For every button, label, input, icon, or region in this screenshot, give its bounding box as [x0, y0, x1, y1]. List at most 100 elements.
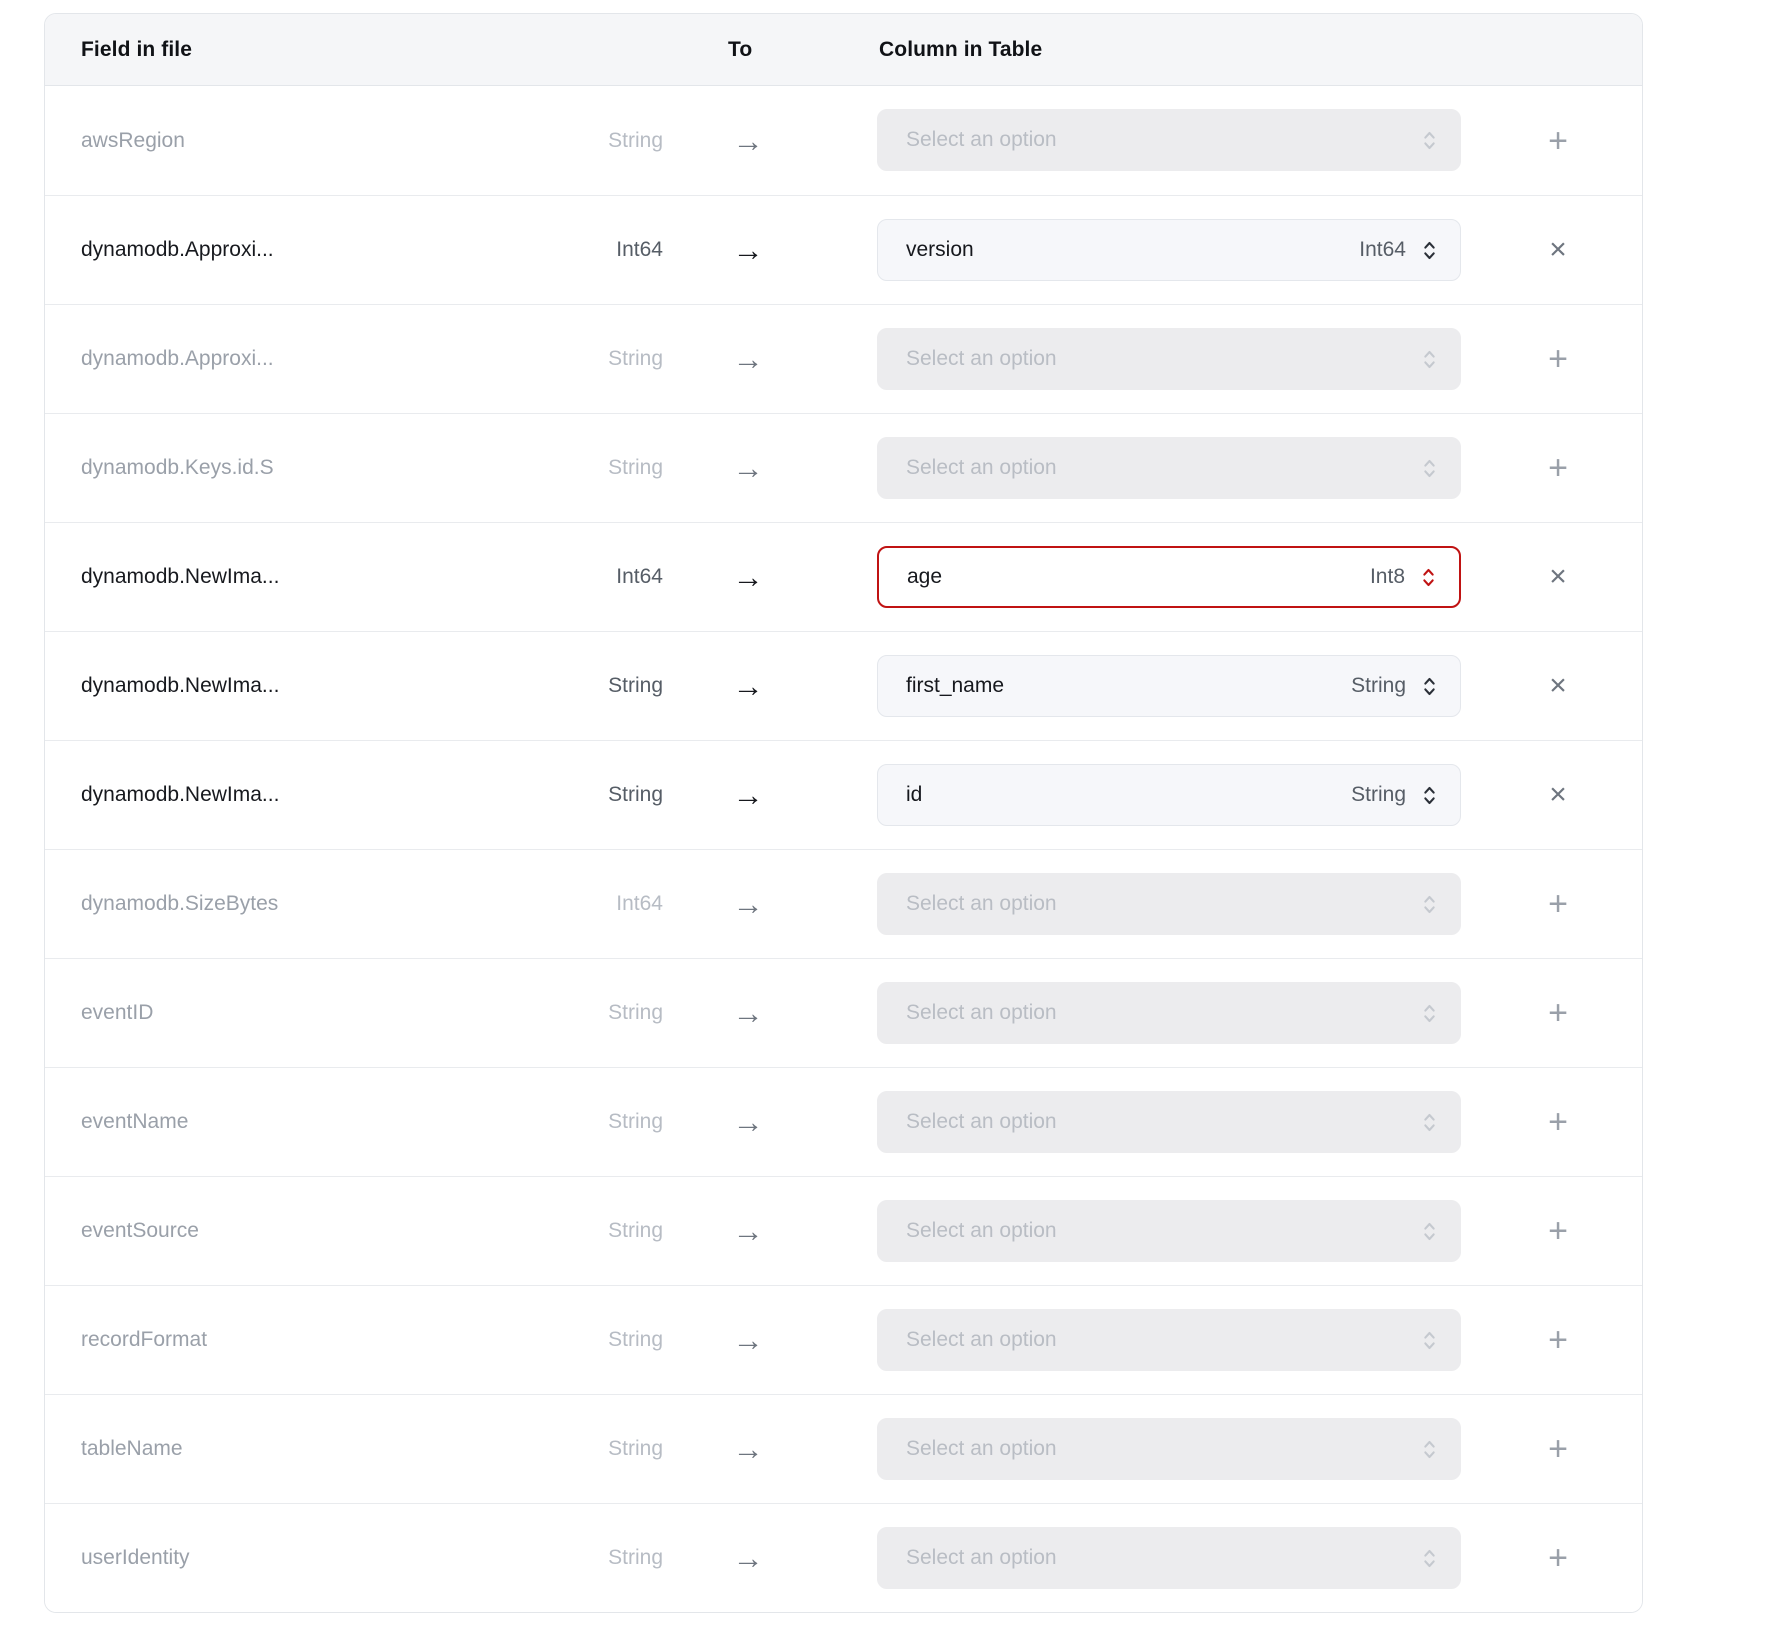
- chevron-up-down-icon: [1421, 128, 1438, 153]
- column-select[interactable]: first_name String: [877, 655, 1461, 717]
- arrow-right-icon: →: [718, 1216, 778, 1247]
- header-column-in-table: Column in Table: [879, 38, 1042, 62]
- add-mapping-button[interactable]: +: [1535, 1426, 1581, 1472]
- field-type: String: [423, 783, 663, 807]
- table-row: dynamodb.Approxi... Int64 → version Int6…: [45, 195, 1642, 304]
- field-type: Int64: [423, 565, 663, 589]
- field-name: dynamodb.Approxi...: [81, 238, 274, 262]
- table-header: Field in file To Column in Table: [45, 14, 1642, 86]
- add-mapping-button[interactable]: +: [1535, 881, 1581, 927]
- field-name: dynamodb.SizeBytes: [81, 892, 278, 916]
- table-row: dynamodb.Keys.id.S String → Select an op…: [45, 413, 1642, 522]
- add-mapping-button[interactable]: +: [1535, 1317, 1581, 1363]
- chevron-up-down-icon: [1421, 1110, 1438, 1135]
- column-select-value: Select an option: [906, 1437, 1421, 1461]
- chevron-up-down-icon: [1421, 1328, 1438, 1353]
- table-row: dynamodb.NewIma... String → id String ×: [45, 740, 1642, 849]
- column-select-disabled[interactable]: Select an option: [877, 437, 1461, 499]
- field-type: String: [423, 456, 663, 480]
- add-mapping-button[interactable]: +: [1535, 336, 1581, 382]
- field-name: dynamodb.NewIma...: [81, 783, 279, 807]
- table-row: eventSource String → Select an option +: [45, 1176, 1642, 1285]
- field-name: eventID: [81, 1001, 153, 1025]
- column-select[interactable]: id String: [877, 764, 1461, 826]
- column-select-value: version: [906, 238, 1359, 262]
- column-select-disabled[interactable]: Select an option: [877, 109, 1461, 171]
- column-select-value: Select an option: [906, 1219, 1421, 1243]
- chevron-up-down-icon: [1421, 892, 1438, 917]
- field-type: String: [423, 1219, 663, 1243]
- arrow-right-icon: →: [718, 889, 778, 920]
- field-type: String: [423, 1001, 663, 1025]
- arrow-right-icon: →: [718, 1543, 778, 1574]
- add-mapping-button[interactable]: +: [1535, 445, 1581, 491]
- field-type: String: [423, 1328, 663, 1352]
- header-field-in-file: Field in file: [81, 38, 192, 62]
- arrow-right-icon: →: [718, 1434, 778, 1465]
- add-mapping-button[interactable]: +: [1535, 990, 1581, 1036]
- arrow-right-icon: →: [718, 1107, 778, 1138]
- column-select-type: String: [1351, 674, 1406, 698]
- field-type: Int64: [423, 238, 663, 262]
- column-select-disabled[interactable]: Select an option: [877, 1418, 1461, 1480]
- column-select-value: Select an option: [906, 1001, 1421, 1025]
- column-select-disabled[interactable]: Select an option: [877, 1527, 1461, 1589]
- column-select[interactable]: version Int64: [877, 219, 1461, 281]
- arrow-right-icon: →: [718, 344, 778, 375]
- column-select-type: String: [1351, 783, 1406, 807]
- column-select-disabled[interactable]: Select an option: [877, 1091, 1461, 1153]
- chevron-up-down-icon: [1421, 1001, 1438, 1026]
- table-row: dynamodb.SizeBytes Int64 → Select an opt…: [45, 849, 1642, 958]
- column-select-disabled[interactable]: Select an option: [877, 982, 1461, 1044]
- chevron-up-down-icon: [1421, 456, 1438, 481]
- arrow-right-icon: →: [718, 125, 778, 156]
- field-type: String: [423, 347, 663, 371]
- column-select-disabled[interactable]: Select an option: [877, 328, 1461, 390]
- add-mapping-button[interactable]: +: [1535, 1099, 1581, 1145]
- chevron-up-down-icon: [1421, 1219, 1438, 1244]
- column-select-disabled[interactable]: Select an option: [877, 1200, 1461, 1262]
- field-name: eventSource: [81, 1219, 199, 1243]
- arrow-right-icon: →: [718, 235, 778, 266]
- add-mapping-button[interactable]: +: [1535, 1535, 1581, 1581]
- chevron-up-down-icon: [1421, 674, 1438, 699]
- column-select-value: Select an option: [906, 1328, 1421, 1352]
- column-select-disabled[interactable]: Select an option: [877, 1309, 1461, 1371]
- column-select-type: Int64: [1359, 238, 1406, 262]
- remove-mapping-button[interactable]: ×: [1535, 663, 1581, 709]
- field-type: String: [423, 1546, 663, 1570]
- arrow-right-icon: →: [718, 1325, 778, 1356]
- column-select-type: Int8: [1370, 565, 1405, 589]
- column-select-value: age: [907, 565, 1370, 589]
- remove-mapping-button[interactable]: ×: [1535, 227, 1581, 273]
- field-name: dynamodb.NewIma...: [81, 565, 279, 589]
- table-body: awsRegion String → Select an option + dy…: [45, 86, 1642, 1612]
- table-row: dynamodb.NewIma... Int64 → age Int8 ×: [45, 522, 1642, 631]
- remove-mapping-button[interactable]: ×: [1535, 772, 1581, 818]
- arrow-right-icon: →: [718, 562, 778, 593]
- field-name: userIdentity: [81, 1546, 190, 1570]
- add-mapping-button[interactable]: +: [1535, 1208, 1581, 1254]
- field-name: dynamodb.Approxi...: [81, 347, 274, 371]
- table-row: recordFormat String → Select an option +: [45, 1285, 1642, 1394]
- table-row: dynamodb.NewIma... String → first_name S…: [45, 631, 1642, 740]
- header-to: To: [728, 38, 752, 62]
- column-select-disabled[interactable]: Select an option: [877, 873, 1461, 935]
- table-row: eventName String → Select an option +: [45, 1067, 1642, 1176]
- table-row: eventID String → Select an option +: [45, 958, 1642, 1067]
- arrow-right-icon: →: [718, 453, 778, 484]
- field-type: String: [423, 674, 663, 698]
- add-mapping-button[interactable]: +: [1535, 118, 1581, 164]
- column-select-error[interactable]: age Int8: [877, 546, 1461, 608]
- field-name: recordFormat: [81, 1328, 207, 1352]
- column-select-value: first_name: [906, 674, 1351, 698]
- arrow-right-icon: →: [718, 780, 778, 811]
- field-name: dynamodb.NewIma...: [81, 674, 279, 698]
- remove-mapping-button[interactable]: ×: [1535, 554, 1581, 600]
- chevron-up-down-icon: [1420, 565, 1437, 590]
- table-row: tableName String → Select an option +: [45, 1394, 1642, 1503]
- column-select-value: Select an option: [906, 347, 1421, 371]
- column-select-value: Select an option: [906, 128, 1421, 152]
- arrow-right-icon: →: [718, 671, 778, 702]
- chevron-up-down-icon: [1421, 1437, 1438, 1462]
